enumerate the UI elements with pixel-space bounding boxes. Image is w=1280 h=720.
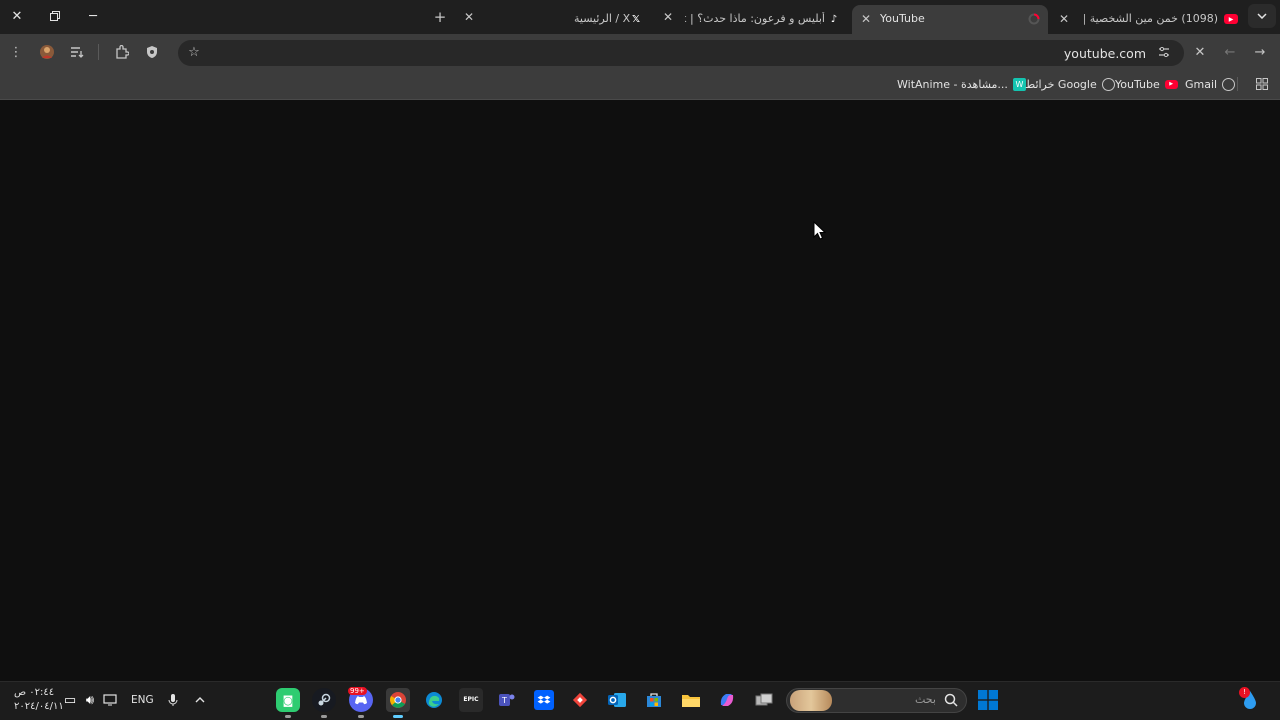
epic-games-icon[interactable]: EPIC [459,688,483,712]
bookmark-label: Gmail [1185,77,1218,91]
copilot-icon[interactable] [715,688,739,712]
bookmark-witanime[interactable]: WitAnime - مشاهدة... W [897,77,1026,91]
clock-time[interactable]: ٠٢:٤٤ ص [14,687,54,698]
bookmark-star-icon[interactable]: ☆ [183,41,205,63]
mouse-cursor-icon [813,220,827,244]
globe-icon [1222,77,1236,91]
language-indicator[interactable]: ENG [131,694,154,706]
active-indicator [393,715,403,718]
apps-grid-icon[interactable] [1251,73,1273,95]
tab-close-button[interactable]: ✕ [1056,11,1072,27]
tab-title: (1098) خمن مين الشخصية | ... [1084,12,1218,25]
reading-list-icon[interactable] [66,41,88,63]
bookmarks-divider [1237,77,1238,91]
minimize-window-button[interactable]: ─ [78,4,108,28]
tab-title: الرئيسية / X [574,12,631,25]
shield-icon[interactable] [141,41,163,63]
forward-arrow-icon[interactable]: ← [1219,41,1241,63]
x-icon: 𝕏 [631,13,641,25]
witanime-icon: W [1012,77,1026,91]
chrome-icon[interactable] [386,688,410,712]
file-explorer-icon[interactable] [679,688,703,712]
clock-date[interactable]: ٢٠٢٤/٠٤/١١ [14,701,64,712]
extensions-icon[interactable] [111,41,133,63]
bookmark-gmail[interactable]: Gmail [1185,77,1236,91]
site-settings-icon[interactable] [1153,41,1175,63]
tab-x-home[interactable]: ✕ الرئيسية / X 𝕏 [475,5,655,34]
tiktok-icon: ♪ [830,13,838,25]
close-window-button[interactable]: ✕ [2,4,32,28]
url-text: youtube.com [1063,46,1146,61]
tab-youtube-active[interactable]: ✕ YouTube [852,5,1048,34]
bookmark-label: خرائط Google [1025,77,1097,91]
outlook-icon[interactable] [605,688,629,712]
stop-loading-icon[interactable]: ✕ [1189,41,1211,63]
tab-title: أبليس و فرعون: ماذا حدث؟ | TikTok [685,12,825,25]
back-arrow-icon[interactable]: → [1249,41,1271,63]
tab-close-button[interactable]: ✕ [660,9,676,25]
new-tab-button[interactable]: + [432,8,448,26]
discord-badge: 99+ [348,687,367,695]
svg-text:T: T [501,696,507,705]
tab-youtube-video[interactable]: ✕ (1098) خمن مين الشخصية | ... ▶ [1052,5,1242,34]
chevron-down-icon [1257,13,1267,19]
notification-badge: ! [1239,687,1250,698]
loading-spinner-icon [1027,12,1041,26]
youtube-icon: ▶ [1224,14,1238,24]
restore-window-button[interactable] [40,4,70,28]
search-highlight-image [790,690,832,711]
windows-start-icon[interactable] [976,688,1000,712]
youtube-icon: ▶ [1164,79,1178,89]
profile-avatar[interactable] [36,41,58,63]
address-bar[interactable] [178,40,1184,66]
bookmark-label: WitAnime - مشاهدة... [897,77,1008,91]
globe-icon [1101,77,1115,91]
restore-icon [50,11,60,21]
running-indicator [285,715,291,718]
bookmark-label: YouTube [1115,77,1160,91]
tab-title: YouTube [880,12,925,25]
edge-icon[interactable] [422,688,446,712]
bookmark-google-maps[interactable]: خرائط Google [1025,77,1115,91]
microphone-icon[interactable] [161,688,185,712]
microsoft-store-icon[interactable] [642,688,666,712]
toolbar-divider [98,44,99,60]
running-indicator [321,715,327,718]
bookmark-youtube[interactable]: YouTube ▶ [1115,77,1178,91]
tab-tiktok[interactable]: أبليس و فرعون: ماذا حدث؟ | TikTok ♪ [677,5,847,34]
running-indicator [358,715,364,718]
tab-close-button[interactable]: ✕ [858,11,874,27]
task-view-icon[interactable] [752,688,776,712]
network-icon[interactable] [98,688,122,712]
steam-icon[interactable] [312,688,336,712]
more-menu-icon[interactable]: ⋮ [5,41,27,63]
tab-search-button[interactable] [1248,4,1276,28]
dropbox-icon[interactable] [532,688,556,712]
whatsapp-desktop-icon[interactable]: ◙ [276,688,300,712]
teams-icon[interactable]: T [495,688,519,712]
search-placeholder: بحث [915,693,936,706]
tab-close-button[interactable]: ✕ [461,9,477,25]
tab-strip: ✕ ─ + ✕ الرئيسية / X 𝕏 ✕ أبليس و فرعون: … [0,0,1280,34]
anydesk-icon[interactable] [568,688,592,712]
chevron-up-icon[interactable] [188,688,212,712]
page-content-loading [0,101,1280,681]
search-icon [944,692,958,711]
